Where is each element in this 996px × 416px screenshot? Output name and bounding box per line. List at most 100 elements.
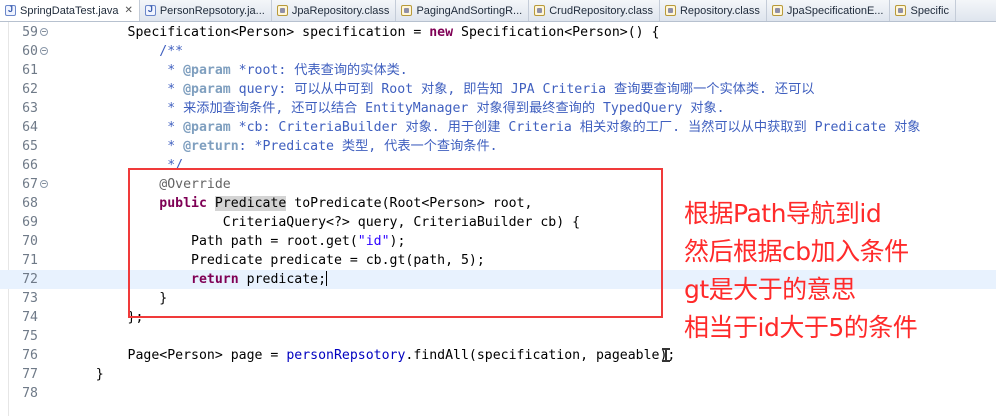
code-token: Path path = root.get( [64,234,358,249]
close-tab-icon[interactable]: ✕ [124,5,132,16]
code-token: public [159,196,207,211]
line-number: 67 [22,177,38,192]
text-cursor-icon [662,348,670,362]
code-text: Page<Person> page = personRepsotory.find… [64,346,676,365]
code-line[interactable]: 61 * @param *root: 代表查询的实体类. [0,61,996,80]
code-token: query: 可以从中可到 Root 对象, 即告知 JPA Criteria … [230,82,815,97]
code-text: * @param query: 可以从中可到 Root 对象, 即告知 JPA … [64,80,815,99]
code-line[interactable]: 76 Page<Person> page = personRepsotory.f… [0,346,996,365]
java-file-icon [5,4,16,16]
line-number: 71 [22,253,38,268]
code-text: * @return: *Predicate 类型, 代表一个查询条件. [64,137,497,156]
code-token: @param [183,120,231,135]
code-token: Page<Person> page = [64,348,287,363]
line-number: 62 [22,82,38,97]
line-number: 59 [22,25,38,40]
editor-tab-label: Repository.class [679,4,760,17]
code-text: /** [64,42,183,61]
code-text: }; [64,308,144,327]
code-line[interactable]: 62 * @param query: 可以从中可到 Root 对象, 即告知 J… [0,80,996,99]
editor-tab[interactable]: Repository.class [660,0,767,21]
line-number: 64 [22,120,38,135]
code-token: return [191,272,239,287]
code-token: .findAll(specification, pageable); [405,348,676,363]
code-token: /** [64,44,184,59]
code-token: Specification<Person> specification = [64,25,430,40]
code-line[interactable]: 60− /** [0,42,996,61]
code-text: } [64,289,167,308]
annotation-note: 根据Path导航到id 然后根据cb加入条件 gt是大于的意思 相当于id大于5… [684,195,984,347]
code-token: toPredicate(Root<Person> root, [286,196,533,211]
code-text: @Override [64,175,231,194]
code-token: new [429,25,454,40]
editor-tab[interactable]: CrudRepository.class [529,0,660,21]
editor-tab-label: SpringDataTest.java [20,4,119,17]
line-number: 63 [22,101,38,116]
code-text: Path path = root.get("id"); [64,232,405,251]
code-line[interactable]: 67− @Override [0,175,996,194]
line-number: 77 [22,367,38,382]
fold-toggle-icon[interactable]: − [40,28,48,36]
code-line[interactable]: 64 * @param *cb: CriteriaBuilder 对象. 用于创… [0,118,996,137]
code-text: return predicate; [64,270,328,289]
line-number: 76 [22,348,38,363]
code-token: @param [183,82,231,97]
code-token: Specification<Person>() { [453,25,660,40]
editor-tab[interactable]: JpaSpecificationE... [767,0,891,21]
code-token: CriteriaQuery<?> query, CriteriaBuilder … [64,215,581,230]
annotation-note-line: 相当于id大于5的条件 [684,313,918,342]
line-number: 61 [22,63,38,78]
code-line[interactable]: 78 [0,384,996,403]
code-text: * 来添加查询条件, 还可以结合 EntityManager 对象得到最终查询的… [64,99,724,118]
code-line[interactable]: 63 * 来添加查询条件, 还可以结合 EntityManager 对象得到最终… [0,99,996,118]
class-file-icon [401,5,413,16]
editor-tab-label: PersonRepsotory.ja... [159,4,265,17]
code-token: *root: 代表查询的实体类. [230,63,408,78]
code-token: personRepsotory [286,348,406,363]
code-token: * [64,82,184,97]
code-token: @Override [159,177,231,192]
code-token: ); [389,234,406,249]
class-file-icon [771,5,783,16]
java-file-icon [144,4,156,16]
editor-tab-label: Specific [910,4,950,17]
line-number: 74 [22,310,38,325]
annotation-note-line: 根据Path导航到id [684,199,882,228]
class-file-icon [534,5,546,16]
code-token: }; [64,310,144,325]
code-text: * @param *root: 代表查询的实体类. [64,61,408,80]
line-number: 69 [22,215,38,230]
editor-tab-bar: SpringDataTest.java ✕ PersonRepsotory.ja..… [0,0,996,22]
code-token: } [64,291,168,306]
editor-tab[interactable]: JpaRepository.class [272,0,397,21]
fold-toggle-icon[interactable]: − [40,180,48,188]
line-number: 75 [22,329,38,344]
line-number: 70 [22,234,38,249]
editor-tab-label: CrudRepository.class [549,4,653,17]
line-number: 65 [22,139,38,154]
annotation-note-line: 然后根据cb加入条件 [684,237,909,266]
code-line[interactable]: 77 } [0,365,996,384]
code-text: * @param *cb: CriteriaBuilder 对象. 用于创建 C… [64,118,920,137]
editor-tab[interactable]: Specific [890,0,957,21]
annotation-note-line: gt是大于的意思 [684,275,856,304]
code-text: */ [64,156,183,175]
editor-tab-label: JpaSpecificationE... [786,4,884,17]
code-text: } [64,365,104,384]
fold-toggle-icon[interactable]: − [40,47,48,55]
code-token: "id" [357,234,390,249]
editor-tab[interactable]: SpringDataTest.java ✕ [0,0,140,21]
editor-tab-label: JpaRepository.class [291,4,390,17]
code-token: Predicate [214,196,287,211]
code-line[interactable]: 59− Specification<Person> specification … [0,23,996,42]
code-token: @return [183,139,239,154]
code-text: Specification<Person> specification = ne… [64,23,660,42]
code-line[interactable]: 66 */ [0,156,996,175]
text-caret [326,271,328,286]
code-token: * [64,63,184,78]
editor-tab[interactable]: PersonRepsotory.ja... [140,0,272,21]
code-line[interactable]: 65 * @return: *Predicate 类型, 代表一个查询条件. [0,137,996,156]
editor-tab[interactable]: PagingAndSortingR... [396,0,530,21]
